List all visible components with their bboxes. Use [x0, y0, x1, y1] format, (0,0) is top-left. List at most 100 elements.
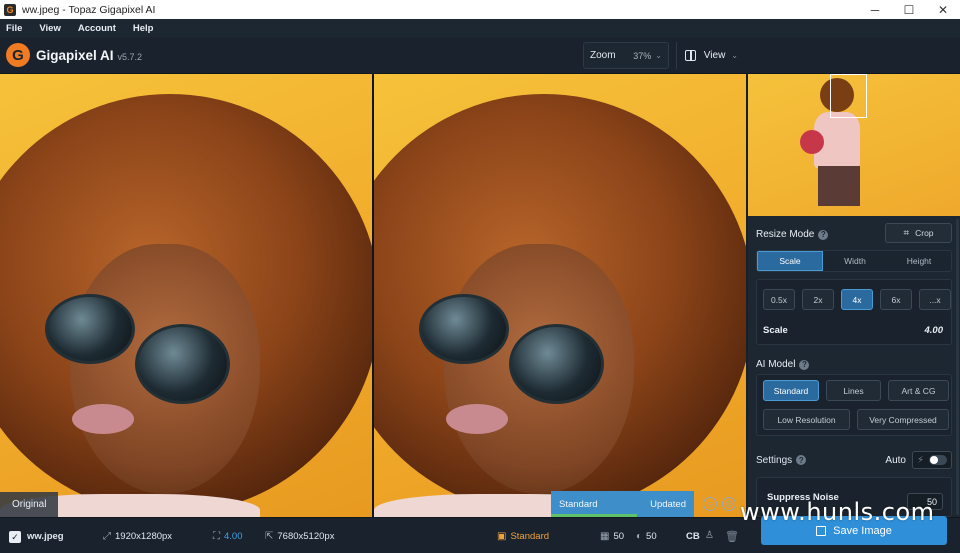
frown-feedback-icon[interactable]: ☹	[722, 497, 736, 511]
processing-status-bar: Standard Updated	[551, 491, 694, 517]
model-lines-button[interactable]: Lines	[826, 380, 881, 401]
model-indicator-value: Standard	[510, 531, 550, 542]
ai-model-row-1: Standard Lines Art & CG	[763, 380, 949, 401]
noise-indicator: ▦ 50	[600, 531, 624, 542]
scale-option-0-5x[interactable]: 0.5x	[763, 289, 795, 310]
ai-model-label: AI Model	[756, 359, 796, 370]
view-label: View	[703, 50, 726, 61]
help-icon[interactable]: ?	[796, 455, 807, 465]
maximize-button[interactable]: ☐	[892, 0, 926, 19]
auto-toggle[interactable]: ⚡	[912, 451, 952, 469]
smile-feedback-icon[interactable]: ☺	[703, 497, 717, 511]
help-icon[interactable]: ?	[799, 359, 810, 370]
tab-width[interactable]: Width	[823, 251, 887, 271]
scale-option-4x[interactable]: 4x	[841, 289, 873, 310]
navigator-viewport-rect[interactable]	[830, 74, 867, 118]
scale-option-custom[interactable]: ...x	[919, 289, 951, 310]
output-size-icon: ⇱	[265, 531, 274, 542]
noise-indicator-value: 50	[613, 531, 625, 542]
preview-image-lens	[45, 294, 135, 364]
view-dropdown[interactable]: View ⌄	[676, 42, 746, 69]
preview-image-lens	[419, 294, 509, 364]
chevron-down-icon: ⌄	[731, 51, 738, 60]
expand-icon: ⛶	[213, 531, 220, 542]
chevron-down-icon: ⌄	[655, 51, 662, 60]
app-header: G Gigapixel AI v5.7.2 Zoom 37% ⌄ View ⌄	[0, 37, 960, 74]
model-low-resolution-button[interactable]: Low Resolution	[763, 409, 850, 430]
scale-label: Scale	[763, 325, 788, 336]
menu-help[interactable]: Help	[133, 23, 154, 34]
model-standard-button[interactable]: Standard	[763, 380, 819, 401]
settings-header: Settings ? Auto ⚡	[756, 451, 952, 469]
sidebar-scrollbar[interactable]	[956, 219, 959, 515]
scale-indicator-value: 4.00	[224, 531, 243, 542]
save-icon	[816, 525, 827, 536]
lightning-icon: ⚡	[917, 454, 925, 466]
file-checkbox[interactable]: ✓	[9, 531, 21, 543]
app-name: Gigapixel AI	[36, 47, 114, 63]
output-size: ⇱ 7680x5120px	[265, 531, 334, 542]
resize-mode-heading: Resize Mode ?	[756, 229, 829, 240]
zoom-value: 37%	[633, 50, 652, 61]
crop-icon: ⌗	[903, 227, 910, 239]
minimize-button[interactable]: ─	[858, 0, 892, 19]
window-title-bar: G ww.jpeg - Topaz Gigapixel AI ─ ☐ ✕	[0, 0, 960, 19]
file-name[interactable]: ww.jpeg	[27, 531, 64, 542]
image-size-icon: ⤢	[103, 531, 111, 542]
original-preview[interactable]: Original	[0, 74, 372, 517]
blur-indicator-value: 50	[646, 531, 657, 542]
resize-mode-label: Resize Mode	[756, 229, 815, 240]
menu-view[interactable]: View	[39, 23, 60, 34]
close-button[interactable]: ✕	[926, 0, 960, 19]
app-icon: G	[4, 3, 16, 16]
resize-mode-tabs: Scale Width Height	[756, 250, 952, 272]
save-image-label: Save Image	[833, 524, 892, 537]
model-indicator: ▣ Standard	[497, 531, 549, 542]
app-version: v5.7.2	[117, 51, 143, 62]
menu-account[interactable]: Account	[78, 23, 116, 34]
model-art-cg-button[interactable]: Art & CG	[888, 380, 949, 401]
output-size-value: 7680x5120px	[277, 531, 335, 542]
navigator-thumbnail[interactable]	[748, 74, 960, 216]
toggle-switch[interactable]	[929, 455, 947, 465]
tab-scale[interactable]: Scale	[757, 251, 823, 271]
scale-indicator: ⛶ 4.00	[213, 531, 243, 542]
model-icon: ▣	[497, 531, 507, 542]
noise-icon: ▦	[600, 531, 610, 542]
blur-indicator: ◐ 50	[636, 531, 657, 542]
gigapixel-logo-icon: G	[6, 43, 30, 67]
settings-label: Settings	[756, 454, 793, 466]
zoom-dropdown[interactable]: Zoom 37% ⌄	[583, 42, 669, 69]
scale-option-2x[interactable]: 2x	[802, 289, 834, 310]
crop-label: Crop	[915, 228, 934, 238]
preview-image-lens	[509, 324, 604, 404]
processing-model-name: Standard	[559, 498, 598, 510]
zoom-label: Zoom	[590, 50, 616, 61]
menu-file[interactable]: File	[6, 23, 22, 34]
crop-button[interactable]: ⌗ Crop	[885, 223, 952, 243]
split-view-icon	[685, 50, 696, 61]
trash-icon[interactable]: 🗑	[725, 530, 739, 543]
processed-preview[interactable]	[374, 74, 746, 517]
preview-image-lips	[446, 404, 508, 434]
scale-row: Scale 4.00	[763, 325, 943, 336]
ai-model-heading: AI Model ?	[756, 359, 810, 370]
scale-value[interactable]: 4.00	[925, 325, 944, 336]
tab-height[interactable]: Height	[887, 251, 951, 271]
auto-label: Auto	[885, 454, 906, 466]
window-controls: ─ ☐ ✕	[858, 0, 960, 19]
thumbnail-skirt	[818, 166, 860, 206]
model-very-compressed-button[interactable]: Very Compressed	[857, 409, 949, 430]
original-label: Original	[0, 492, 59, 517]
help-icon[interactable]: ?	[818, 229, 829, 240]
preview-image-lips	[72, 404, 134, 434]
original-size: ⤢ 1920x1280px	[103, 531, 172, 542]
ai-model-row-2: Low Resolution Very Compressed	[763, 409, 949, 430]
scale-option-6x[interactable]: 6x	[880, 289, 912, 310]
original-size-value: 1920x1280px	[115, 531, 173, 542]
ai-model-card: Standard Lines Art & CG Low Resolution V…	[756, 374, 952, 436]
menu-bar: File View Account Help	[0, 19, 960, 37]
face-icon: ♙	[705, 530, 714, 541]
preview-image-lens	[135, 324, 230, 404]
scale-card: 0.5x 2x 4x 6x ...x Scale 4.00	[756, 279, 952, 345]
